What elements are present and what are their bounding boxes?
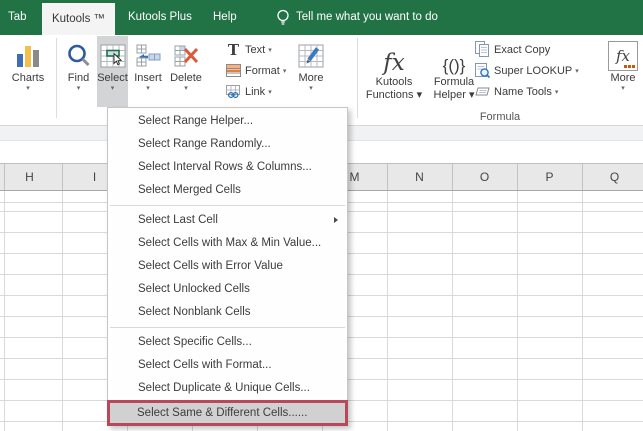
charts-icon <box>6 36 50 72</box>
menu-item-select-range-helper[interactable]: Select Range Helper... <box>108 110 347 133</box>
text-button[interactable]: T Text ▾ <box>225 39 286 60</box>
format-button[interactable]: Format ▾ <box>225 60 286 81</box>
kutools-functions-button[interactable]: fx Kutools Functions ▾ <box>364 36 424 102</box>
name-tools-icon <box>474 83 491 100</box>
link-icon <box>225 85 242 98</box>
chevron-down-icon: ▾ <box>268 88 272 96</box>
column-header[interactable]: Q <box>582 164 643 190</box>
exact-copy-icon <box>474 41 491 58</box>
column-header[interactable]: H <box>0 164 62 190</box>
super-lookup-button[interactable]: Super LOOKUP ▾ <box>474 60 579 81</box>
formula-helper-button[interactable]: {()} Formula Helper ▾ <box>428 36 480 102</box>
excel-window: Tab Kutools ™ Kutools Plus Help Tell me … <box>0 0 643 431</box>
ellipsis-dots-icon <box>624 65 635 68</box>
column-header[interactable]: O <box>452 164 517 190</box>
chevron-down-icon: ▾ <box>282 67 287 75</box>
menu-item-select-nonblank-cells[interactable]: Select Nonblank Cells <box>108 301 347 324</box>
chevron-down-icon: ▾ <box>554 88 559 96</box>
menu-item-select-interval-rows-columns[interactable]: Select Interval Rows & Columns... <box>108 156 347 179</box>
tab-help[interactable]: Help <box>213 0 237 35</box>
chevron-down-icon: ▾ <box>76 85 81 92</box>
column-header[interactable]: P <box>517 164 582 190</box>
tab-partial[interactable]: Tab <box>8 0 27 35</box>
more-enhancements-button[interactable]: More ▾ <box>293 36 329 107</box>
braces-icon: {()} <box>442 56 466 75</box>
menu-separator <box>110 205 345 206</box>
fx-box-icon: fx <box>606 36 640 72</box>
text-format-link-stack: T Text ▾ Format ▾ Link ▾ <box>225 39 286 102</box>
tell-me-box[interactable]: Tell me what you want to do <box>296 0 438 35</box>
tab-kutools[interactable]: Kutools ™ <box>42 3 115 35</box>
chevron-down-icon: ▾ <box>146 85 150 92</box>
menu-separator <box>110 327 345 328</box>
menu-item-select-unlocked-cells[interactable]: Select Unlocked Cells <box>108 278 347 301</box>
chevron-down-icon: ▾ <box>110 85 115 92</box>
formula-tools-stack: Exact Copy Super LOOKUP ▾ Name Tools ▾ <box>474 39 579 102</box>
menu-item-select-duplicate-unique-cells[interactable]: Select Duplicate & Unique Cells... <box>108 377 347 400</box>
link-button[interactable]: Link ▾ <box>225 81 286 102</box>
text-icon: T <box>227 40 240 59</box>
chevron-down-icon: ▾ <box>416 89 423 101</box>
menu-item-select-last-cell[interactable]: Select Last Cell <box>108 209 347 232</box>
select-dropdown-menu: Select Range Helper... Select Range Rand… <box>107 107 348 426</box>
ribbon-tab-bar: Tab Kutools ™ Kutools Plus Help Tell me … <box>0 0 643 35</box>
charts-button[interactable]: Charts ▾ <box>6 36 50 107</box>
group-divider <box>357 38 358 118</box>
menu-item-select-range-randomly[interactable]: Select Range Randomly... <box>108 133 347 156</box>
find-icon <box>61 36 96 72</box>
more-formula-button[interactable]: fx More ▾ <box>606 36 640 107</box>
exact-copy-button[interactable]: Exact Copy <box>474 39 579 60</box>
tab-kutools-plus[interactable]: Kutools Plus <box>128 0 192 35</box>
menu-item-select-specific-cells[interactable]: Select Specific Cells... <box>108 331 347 354</box>
super-lookup-icon <box>474 62 491 79</box>
menu-item-select-merged-cells[interactable]: Select Merged Cells <box>108 179 347 202</box>
fx-icon: fx <box>383 50 405 76</box>
lightbulb-icon <box>276 9 290 32</box>
chevron-down-icon: ▾ <box>184 85 188 92</box>
delete-button[interactable]: Delete ▾ <box>167 36 205 107</box>
formula-group-label: Formula <box>479 111 521 123</box>
select-icon <box>97 36 128 72</box>
delete-icon <box>167 36 205 72</box>
group-divider <box>56 38 57 118</box>
menu-item-select-cells-with-format[interactable]: Select Cells with Format... <box>108 354 347 377</box>
chevron-down-icon: ▾ <box>621 85 625 92</box>
insert-button[interactable]: Insert ▾ <box>130 36 166 107</box>
column-header[interactable]: N <box>387 164 452 190</box>
chevron-down-icon: ▾ <box>309 85 313 92</box>
chevron-down-icon: ▾ <box>26 85 30 92</box>
menu-item-select-cells-max-min[interactable]: Select Cells with Max & Min Value... <box>108 232 347 255</box>
pencil-grid-icon <box>293 36 329 72</box>
menu-item-select-cells-error-value[interactable]: Select Cells with Error Value <box>108 255 347 278</box>
submenu-arrow-icon <box>334 217 338 223</box>
select-button[interactable]: Select ▾ <box>97 36 128 107</box>
chevron-down-icon: ▾ <box>575 67 579 75</box>
format-icon <box>225 64 242 77</box>
menu-item-select-same-different-cells[interactable]: Select Same & Different Cells...... <box>107 400 348 426</box>
name-tools-button[interactable]: Name Tools ▾ <box>474 81 579 102</box>
chevron-down-icon: ▾ <box>268 46 272 54</box>
insert-icon <box>130 36 166 72</box>
find-button[interactable]: Find ▾ <box>61 36 96 107</box>
